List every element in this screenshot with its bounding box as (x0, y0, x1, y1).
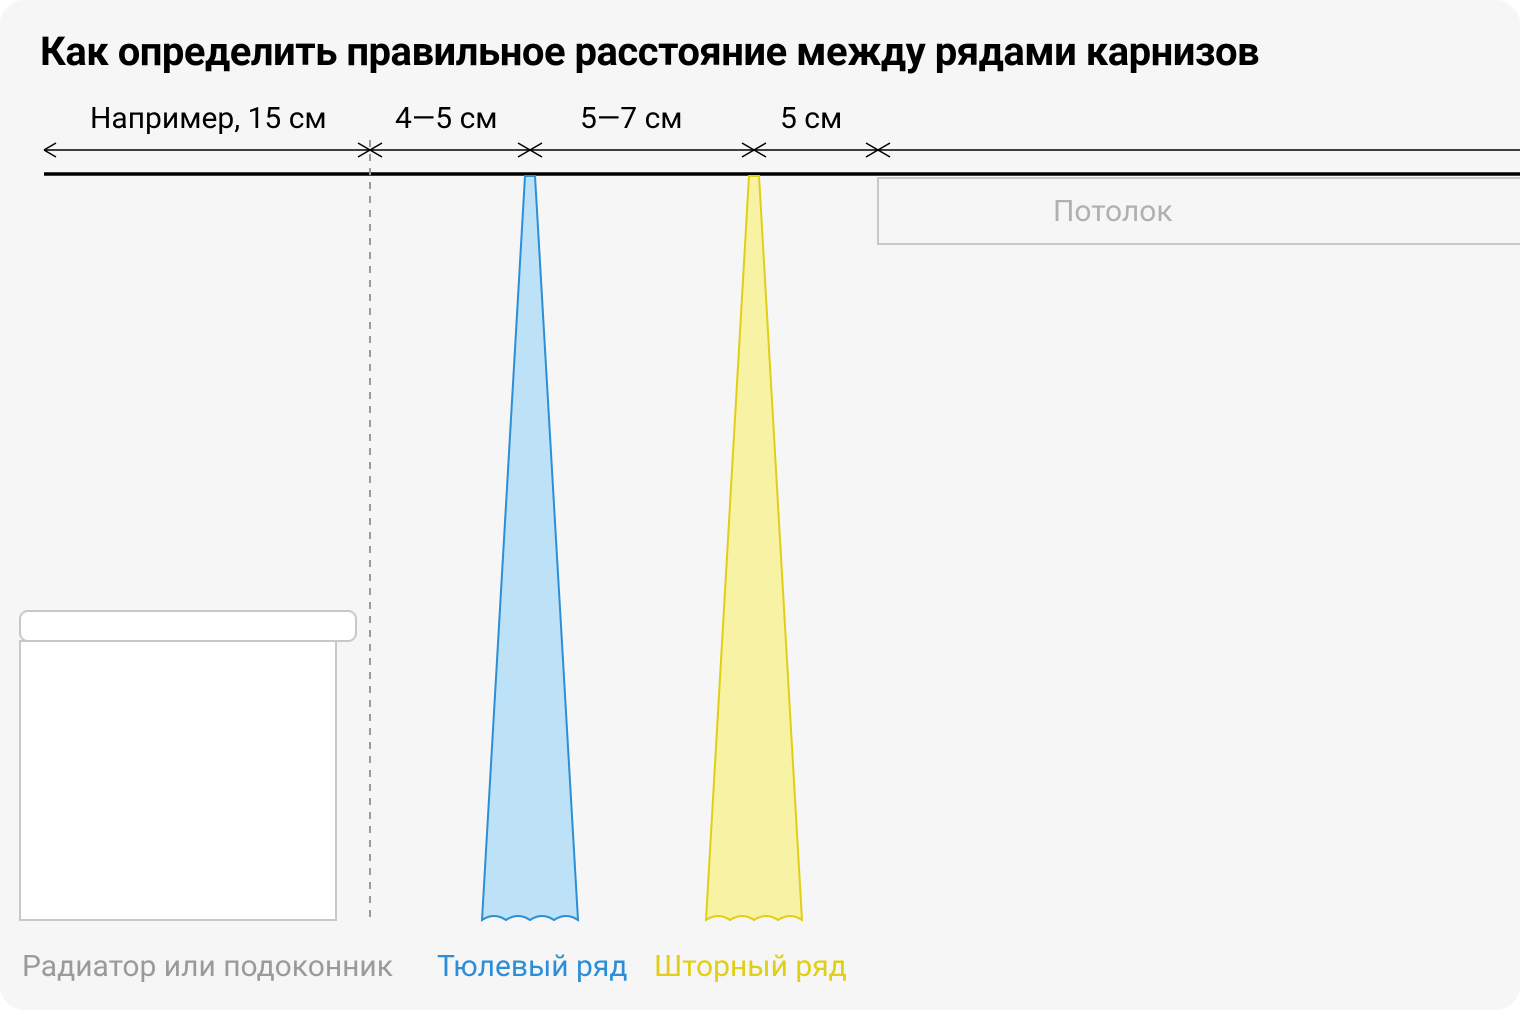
dimension-arrows (44, 143, 1520, 157)
dim-label-3: 5—7 см (580, 101, 683, 136)
tulle-curtain (482, 176, 578, 920)
drape-curtain (706, 176, 802, 920)
dim-label-4: 5 см (780, 101, 842, 136)
ceiling-shape: Потолок (878, 178, 1520, 244)
caption-curtain: Шторный ряд (654, 949, 847, 984)
caption-radiator: Радиатор или подоконник (22, 949, 393, 984)
dim-label-1: Например, 15 см (90, 101, 327, 136)
dim-label-2: 4—5 см (395, 101, 498, 136)
diagram-card: Как определить правильное расстояние меж… (0, 0, 1520, 1010)
ceiling-label: Потолок (1053, 194, 1173, 229)
diagram-svg: Например, 15 см 4—5 см 5—7 см 5 см Потол… (0, 0, 1520, 1010)
caption-tulle: Тюлевый ряд (437, 949, 627, 984)
radiator-shape (20, 611, 356, 920)
